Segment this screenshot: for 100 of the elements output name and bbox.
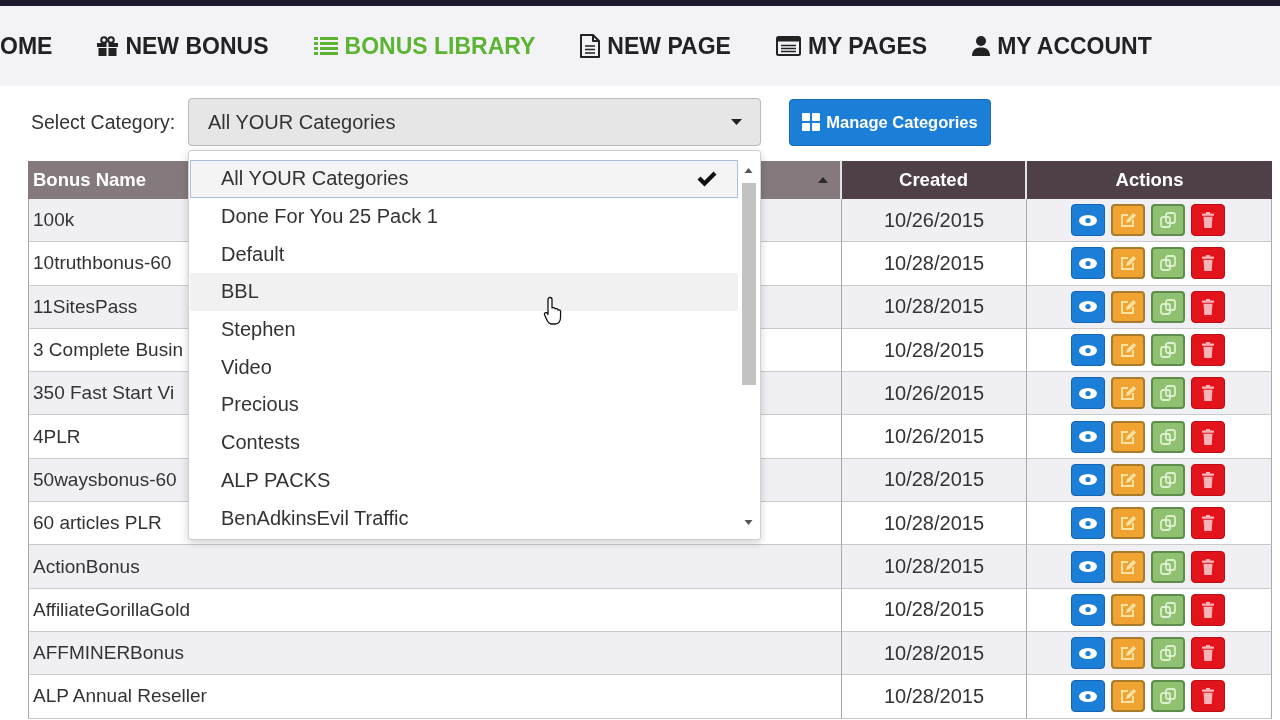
edit-button[interactable] — [1111, 637, 1145, 670]
category-select[interactable]: All YOUR Categories — [188, 98, 761, 146]
created-date: 10/28/2015 — [883, 598, 985, 622]
delete-button[interactable] — [1191, 420, 1225, 453]
copy-button[interactable] — [1151, 334, 1185, 367]
dropdown-option[interactable]: All YOUR Categories — [190, 160, 738, 198]
dropdown-option[interactable]: BBL — [190, 273, 738, 311]
copy-button[interactable] — [1151, 507, 1185, 540]
copy-button[interactable] — [1151, 637, 1185, 670]
created-date: 10/28/2015 — [883, 511, 985, 535]
copy-icon — [1160, 645, 1176, 662]
edit-button[interactable] — [1111, 204, 1145, 237]
edit-button[interactable] — [1111, 247, 1145, 280]
trash-icon — [1202, 688, 1214, 705]
field-label: Select Category: — [31, 110, 177, 134]
bonus-name: 10truthbonus-60 — [33, 252, 172, 275]
copy-button[interactable] — [1151, 463, 1185, 496]
view-button[interactable] — [1071, 507, 1105, 540]
document-icon — [580, 34, 601, 58]
view-button[interactable] — [1071, 377, 1105, 410]
edit-button[interactable] — [1111, 334, 1145, 367]
edit-button[interactable] — [1111, 593, 1145, 626]
view-button[interactable] — [1071, 420, 1105, 453]
trash-icon — [1202, 342, 1214, 359]
pencil-square-icon — [1120, 645, 1136, 662]
bonus-name: ALP Annual Reseller — [33, 685, 207, 708]
pencil-square-icon — [1120, 342, 1136, 359]
pencil-square-icon — [1120, 601, 1136, 618]
caret-icon — [731, 119, 742, 125]
bonus-name: 60 articles PLR — [33, 512, 162, 535]
edit-button[interactable] — [1111, 420, 1145, 453]
trash-icon — [1202, 428, 1214, 445]
edit-button[interactable] — [1111, 290, 1145, 323]
delete-button[interactable] — [1191, 290, 1225, 323]
edit-button[interactable] — [1111, 507, 1145, 540]
view-button[interactable] — [1071, 334, 1105, 367]
view-button[interactable] — [1071, 463, 1105, 496]
copy-button[interactable] — [1151, 204, 1185, 237]
trash-icon — [1202, 212, 1214, 229]
trash-icon — [1202, 601, 1214, 618]
eye-icon — [1079, 474, 1097, 486]
view-button[interactable] — [1071, 290, 1105, 323]
bonus-name: 50waysbonus-60 — [33, 468, 177, 491]
copy-button[interactable] — [1151, 550, 1185, 583]
view-button[interactable] — [1071, 680, 1105, 713]
nav-link[interactable]: NEW PAGE — [580, 32, 731, 60]
created-date: 10/26/2015 — [883, 425, 985, 449]
trash-icon — [1202, 255, 1214, 272]
delete-button[interactable] — [1191, 334, 1225, 367]
delete-button[interactable] — [1191, 593, 1225, 626]
copy-button[interactable] — [1151, 290, 1185, 323]
view-button[interactable] — [1071, 637, 1105, 670]
view-button[interactable] — [1071, 550, 1105, 583]
nav-link[interactable]: MY ACCOUNT — [972, 32, 1152, 60]
delete-button[interactable] — [1191, 680, 1225, 713]
copy-icon — [1160, 601, 1176, 618]
copy-button[interactable] — [1151, 680, 1185, 713]
edit-button[interactable] — [1111, 463, 1145, 496]
edit-button[interactable] — [1111, 550, 1145, 583]
edit-button[interactable] — [1111, 377, 1145, 410]
copy-icon — [1160, 471, 1176, 488]
delete-button[interactable] — [1191, 463, 1225, 496]
copy-button[interactable] — [1151, 247, 1185, 280]
eye-icon — [1079, 387, 1097, 399]
column-header-label[interactable]: Bonus Name — [33, 169, 147, 191]
delete-button[interactable] — [1191, 377, 1225, 410]
created-date: 10/28/2015 — [883, 684, 985, 708]
manage-categories-button[interactable]: Manage Categories — [789, 98, 991, 146]
delete-button[interactable] — [1191, 204, 1225, 237]
created-date: 10/28/2015 — [883, 468, 985, 492]
bonus-name: AffiliateGorillaGold — [33, 598, 190, 621]
delete-button[interactable] — [1191, 550, 1225, 583]
copy-button[interactable] — [1151, 420, 1185, 453]
copy-icon — [1160, 688, 1176, 705]
column-header-label[interactable]: Actions — [1115, 169, 1184, 191]
pencil-square-icon — [1120, 688, 1136, 705]
created-date: 10/28/2015 — [883, 295, 985, 319]
edit-button[interactable] — [1111, 680, 1145, 713]
view-button[interactable] — [1071, 593, 1105, 626]
created-date: 10/26/2015 — [883, 208, 985, 232]
copy-icon — [1160, 428, 1176, 445]
delete-button[interactable] — [1191, 507, 1225, 540]
bonus-name: 4PLR — [33, 425, 81, 448]
pencil-square-icon — [1120, 298, 1136, 315]
delete-button[interactable] — [1191, 637, 1225, 670]
trash-icon — [1202, 471, 1214, 488]
nav-link[interactable]: MY PAGES — [775, 32, 928, 60]
copy-button[interactable] — [1151, 593, 1185, 626]
delete-button[interactable] — [1191, 247, 1225, 280]
eye-icon — [1079, 214, 1097, 226]
copy-button[interactable] — [1151, 377, 1185, 410]
view-button[interactable] — [1071, 247, 1105, 280]
nav-link[interactable]: OME — [0, 32, 53, 60]
pencil-square-icon — [1120, 428, 1136, 445]
pencil-square-icon — [1120, 471, 1136, 488]
view-button[interactable] — [1071, 204, 1105, 237]
trash-icon — [1202, 298, 1214, 315]
nav-link[interactable]: NEW BONUS — [97, 32, 269, 60]
pencil-square-icon — [1120, 558, 1136, 575]
eye-icon — [1079, 301, 1097, 313]
